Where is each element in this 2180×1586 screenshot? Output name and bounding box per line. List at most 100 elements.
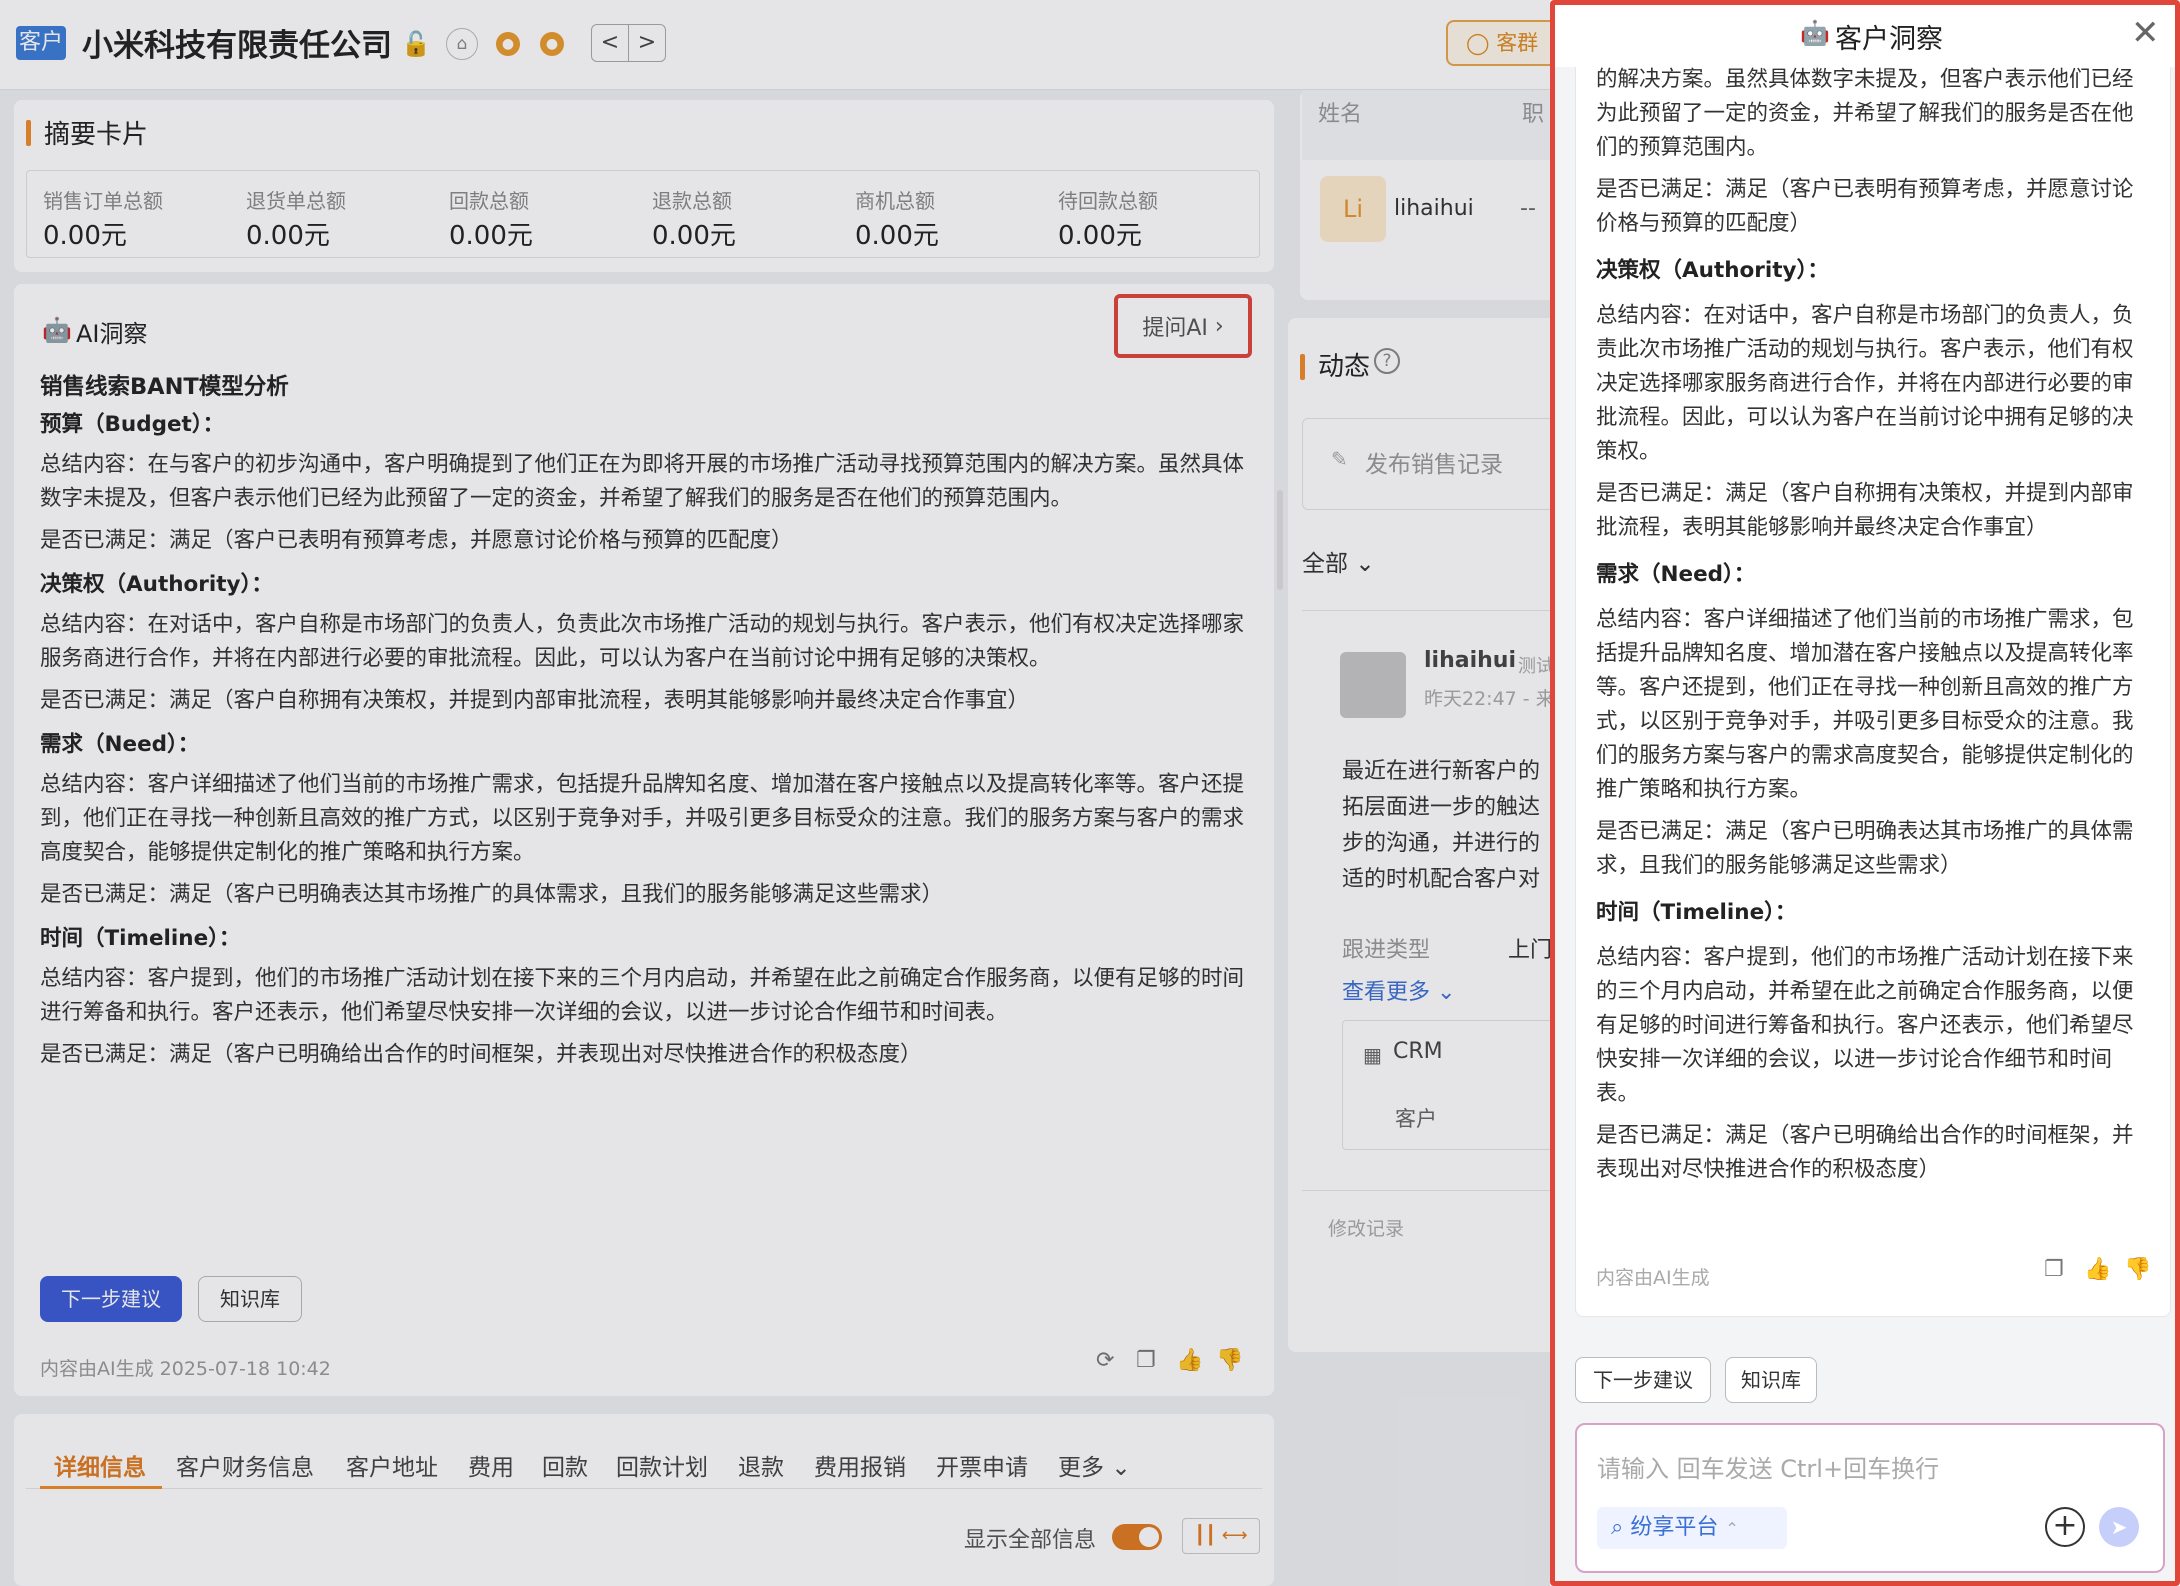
thumbs-up-icon[interactable]: 👍: [2084, 1257, 2111, 1282]
layout-switch[interactable]: ┃┃ ⟷: [1182, 1518, 1260, 1554]
show-all-toggle[interactable]: [1112, 1524, 1162, 1550]
budget-met: 是否已满足：满足（客户已表明有预算考虑，并愿意讨论价格与预算的匹配度）: [1596, 177, 2134, 236]
feed-divider: [1302, 1190, 1560, 1191]
copy-icon[interactable]: ❐: [2044, 1257, 2064, 1282]
tab-details[interactable]: 详细信息: [54, 1448, 146, 1482]
knowledge-base-button[interactable]: 知识库: [198, 1276, 302, 1322]
tab-payment[interactable]: 回款: [542, 1448, 588, 1482]
chevron-right-icon: ›: [1214, 313, 1224, 339]
chat-input[interactable]: 请输入 回车发送 Ctrl+回车换行: [1597, 1449, 1939, 1484]
timeline-heading: 时间（Timeline）：: [40, 926, 241, 951]
feed-user[interactable]: lihaihui: [1424, 648, 1516, 673]
feed-content: 最近在进行新客户的 拓层面进一步的触达 步的沟通，并进行的 适的时机配合客户对: [1342, 754, 1560, 898]
contact-position: --: [1520, 196, 1536, 221]
feed-card: 动态 ? ✎ 发布销售记录 全部 ⌄ lihaihui 测试 昨天22:47 -…: [1288, 318, 1560, 1352]
need-met: 是否已满足：满足（客户已明确表达其市场推广的具体需求，且我们的服务能够满足这些需…: [40, 882, 944, 907]
contacts-col-name: 姓名: [1318, 102, 1363, 127]
next-step-button[interactable]: 下一步建议: [40, 1276, 182, 1322]
thumbs-down-icon[interactable]: 👎: [2124, 1257, 2151, 1282]
summary-title: 摘要卡片: [44, 120, 149, 150]
active-tab-indicator: [40, 1486, 162, 1489]
double-chevron-down-icon: ⌄: [1437, 980, 1456, 1005]
summary-label: 销售订单总额: [43, 189, 163, 213]
budget-summary: 总结内容：在与客户的初步沟通中，客户明确提到了他们正在为即将开展的市场推广活动寻…: [40, 452, 1245, 511]
tab-payment-plan[interactable]: 回款计划: [616, 1448, 708, 1482]
ai-content: 销售线索BANT模型分析 预算（Budget）： 总结内容：在与客户的初步沟通中…: [40, 368, 1260, 1072]
chat-input-box[interactable]: 请输入 回车发送 Ctrl+回车换行 ⌕ 纷享平台 ⌃ + ➤: [1575, 1423, 2165, 1573]
thumbs-up-icon[interactable]: 👍: [1176, 1348, 1203, 1373]
tab-more[interactable]: 更多 ⌄: [1058, 1448, 1131, 1482]
chevron-down-icon: ⌄: [1111, 1455, 1131, 1481]
chevron-down-icon: ⌄: [1355, 551, 1375, 577]
summary-label: 回款总额: [449, 189, 529, 213]
drawer-knowledge-base-button[interactable]: 知识库: [1725, 1357, 1817, 1403]
location-icon[interactable]: ●: [496, 32, 520, 56]
add-icon[interactable]: +: [2045, 1507, 2085, 1547]
authority-heading: 决策权（Authority）：: [1596, 258, 1829, 283]
robot-icon: 🤖: [42, 316, 72, 344]
tab-finance[interactable]: 客户财务信息: [176, 1448, 314, 1482]
copy-icon[interactable]: ❐: [1136, 1348, 1156, 1373]
summary-label: 商机总额: [855, 189, 935, 213]
tab-more-label: 更多: [1058, 1455, 1104, 1481]
tab-refund[interactable]: 退款: [738, 1448, 784, 1482]
user-avatar: [1340, 652, 1406, 718]
prev-button[interactable]: <: [591, 24, 629, 62]
contacts-col-pos: 职: [1522, 102, 1545, 127]
budget-summary-tail: 的解决方案。虽然具体数字未提及，但客户表示他们已经为此预留了一定的资金，并希望了…: [1596, 67, 2134, 160]
stamp-icon[interactable]: ●: [540, 32, 564, 56]
drawer-ai-footer: 内容由AI生成: [1596, 1267, 1710, 1289]
customer-group-chip[interactable]: ◯ 客群: [1446, 20, 1560, 66]
tag-icon[interactable]: ⌂: [446, 28, 478, 60]
timeline-met: 是否已满足：满足（客户已明确给出合作的时间框架，并表现出对尽快推进合作的积极态度…: [40, 1042, 922, 1067]
need-summary: 总结内容：客户详细描述了他们当前的市场推广需求，包括提升品牌知名度、增加潜在客户…: [40, 772, 1245, 865]
timeline-summary: 总结内容：客户提到，他们的市场推广活动计划在接下来的三个月内启动，并希望在此之前…: [1596, 945, 2134, 1106]
tab-expense[interactable]: 费用: [468, 1448, 514, 1482]
need-heading: 需求（Need）：: [1596, 562, 1756, 587]
show-all-label: 显示全部信息: [964, 1528, 1097, 1553]
ask-ai-button[interactable]: 提问AI ›: [1114, 294, 1252, 358]
robot-icon: 🤖: [1800, 19, 1830, 47]
platform-selector[interactable]: ⌕ 纷享平台 ⌃: [1597, 1507, 1787, 1549]
tab-address[interactable]: 客户地址: [346, 1448, 438, 1482]
timeline-summary: 总结内容：客户提到，他们的市场推广活动计划在接下来的三个月内启动，并希望在此之前…: [40, 966, 1245, 1025]
summary-label: 退款总额: [652, 189, 732, 213]
drawer-title: 客户洞察: [1835, 24, 1943, 55]
chevron-up-icon: ⌃: [1725, 1519, 1739, 1538]
budget-met: 是否已满足：满足（客户已表明有预算考虑，并愿意讨论价格与预算的匹配度）: [40, 528, 793, 553]
crm-link-box[interactable]: ▦ CRM 客户: [1342, 1020, 1560, 1150]
authority-heading: 决策权（Authority）：: [40, 572, 273, 597]
timeline-heading: 时间（Timeline）：: [1596, 900, 1797, 925]
summary-label: 退货单总额: [246, 189, 346, 213]
refresh-icon[interactable]: ⟳: [1096, 1348, 1114, 1373]
edit-log[interactable]: 修改记录: [1328, 1214, 1404, 1241]
next-button[interactable]: >: [628, 24, 666, 62]
search-icon: ⌕: [1611, 1515, 1624, 1540]
lock-icon[interactable]: 🔓: [400, 28, 432, 60]
analysis-title: 销售线索BANT模型分析: [40, 374, 289, 400]
tab-panel: [14, 1414, 1274, 1586]
customer-tag: 客户: [16, 26, 66, 60]
contact-name[interactable]: lihaihui: [1394, 196, 1474, 221]
help-icon[interactable]: ?: [1374, 348, 1400, 374]
tab-invoice[interactable]: 开票申请: [936, 1448, 1028, 1482]
resize-handle[interactable]: [1277, 490, 1283, 590]
authority-summary: 总结内容：在对话中，客户自称是市场部门的负责人，负责此次市场推广活动的规划与执行…: [40, 612, 1245, 671]
post-record-box[interactable]: ✎ 发布销售记录: [1302, 418, 1560, 510]
page-header: 客户 小米科技有限责任公司 🔓 ⌂ ● ● < > ◯ 客群: [0, 0, 1560, 90]
page: { "header": { "customer_tag": "客户", "com…: [0, 0, 2180, 1586]
authority-met: 是否已满足：满足（客户自称拥有决策权，并提到内部审批流程，表明其能够影响并最终决…: [40, 688, 1030, 713]
feed-filter[interactable]: 全部 ⌄: [1302, 544, 1375, 578]
thumbs-down-icon[interactable]: 👎: [1216, 1348, 1243, 1373]
feed-user-suffix: 测试: [1518, 656, 1554, 677]
feed-line: 步的沟通，并进行的: [1342, 831, 1541, 856]
tab-reimbursement[interactable]: 费用报销: [814, 1448, 906, 1482]
crm-icon: ▦: [1363, 1043, 1382, 1067]
need-summary: 总结内容：客户详细描述了他们当前的市场推广需求，包括提升品牌知名度、增加潜在客户…: [1596, 607, 2134, 802]
drawer-next-step-button[interactable]: 下一步建议: [1575, 1357, 1711, 1403]
close-icon[interactable]: ✕: [2131, 13, 2160, 53]
ai-footer: 内容由AI生成 2025-07-18 10:42: [40, 1358, 331, 1380]
feed-time: 昨天22:47 - 来: [1424, 688, 1555, 710]
view-more-link[interactable]: 查看更多 ⌄: [1342, 974, 1455, 1006]
send-icon[interactable]: ➤: [2099, 1507, 2139, 1547]
